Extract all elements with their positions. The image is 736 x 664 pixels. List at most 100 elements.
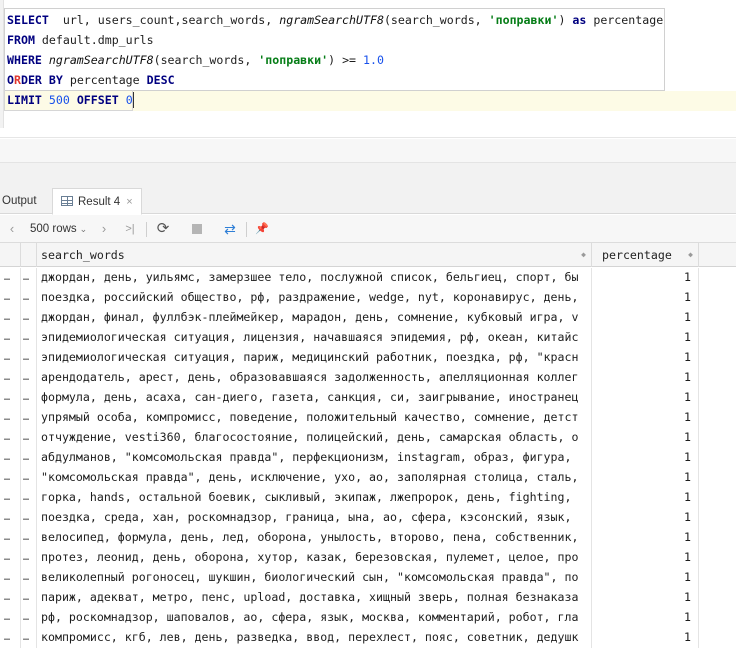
row-marker-cell[interactable]: … (21, 328, 37, 348)
table-row[interactable]: …… велосипед, формула, день, лед, оборона… (0, 528, 736, 548)
cell-search-words[interactable]: упрямый особа, компромисс, поведение, по… (37, 408, 592, 428)
row-number-cell[interactable]: … (0, 608, 21, 628)
cell-percentage[interactable]: 1 (592, 288, 699, 308)
table-row[interactable]: …… протез, леонид, день, оборона, хутор, … (0, 548, 736, 568)
table-row[interactable]: …… отчуждение, vesti360, благосостояние, … (0, 428, 736, 448)
refresh-icon[interactable]: ⟳ (154, 215, 172, 243)
table-row[interactable]: …… формула, день, асаха, сан-диего, газет… (0, 388, 736, 408)
cell-percentage[interactable]: 1 (592, 508, 699, 528)
row-marker-cell[interactable]: … (21, 468, 37, 488)
row-marker-cell[interactable]: … (21, 548, 37, 568)
sql-line-select[interactable]: SELECT url, users_count,search_words, ng… (7, 10, 663, 30)
row-number-cell[interactable]: … (0, 308, 21, 328)
column-header-search-words[interactable]: search_words ◆ (37, 243, 592, 267)
table-row[interactable]: …… поездка, российский общество, рф, разд… (0, 288, 736, 308)
cell-search-words[interactable]: париж, адекват, метро, пенс, upload, дос… (37, 588, 592, 608)
tab-output[interactable]: Output (2, 188, 37, 214)
cell-search-words[interactable]: "комсомольская правда", день, исключение… (37, 468, 592, 488)
row-marker-cell[interactable]: … (21, 608, 37, 628)
cell-search-words[interactable]: арендодатель, арест, день, образовавшаяс… (37, 368, 592, 388)
sql-line-order-by[interactable]: ORDER BY percentage DESC (7, 70, 175, 90)
row-number-cell[interactable]: … (0, 568, 21, 588)
row-marker-cell[interactable]: … (21, 508, 37, 528)
table-row[interactable]: …… горка, hands, остальной боевик, сыклив… (0, 488, 736, 508)
table-row[interactable]: …… абдулманов, "комсомольская правда", пе… (0, 448, 736, 468)
row-marker-cell[interactable]: … (21, 628, 37, 648)
table-row[interactable]: …… рф, роскомнадзор, шаповалов, ао, сфера… (0, 608, 736, 628)
cell-percentage[interactable]: 1 (592, 348, 699, 368)
row-number-cell[interactable]: … (0, 368, 21, 388)
cell-search-words[interactable]: горка, hands, остальной боевик, сыкливый… (37, 488, 592, 508)
cell-search-words[interactable]: эпидемиологическая ситуация, лицензия, н… (37, 328, 592, 348)
cell-search-words[interactable]: компромисс, кгб, лев, день, разведка, вв… (37, 628, 592, 648)
row-number-cell[interactable]: … (0, 428, 21, 448)
table-row[interactable]: …… великолепный рогоносец, шукшин, биолог… (0, 568, 736, 588)
cell-percentage[interactable]: 1 (592, 608, 699, 628)
cell-percentage[interactable]: 1 (592, 448, 699, 468)
row-number-cell[interactable]: … (0, 448, 21, 468)
row-marker-cell[interactable]: … (21, 408, 37, 428)
sql-editor[interactable]: SELECT url, users_count,search_words, ng… (0, 0, 736, 136)
cell-search-words[interactable]: рф, роскомнадзор, шаповалов, ао, сфера, … (37, 608, 592, 628)
cell-search-words[interactable]: формула, день, асаха, сан-диего, газета,… (37, 388, 592, 408)
cell-percentage[interactable]: 1 (592, 388, 699, 408)
row-number-cell[interactable]: … (0, 548, 21, 568)
row-marker-cell[interactable]: … (21, 388, 37, 408)
cell-percentage[interactable]: 1 (592, 408, 699, 428)
row-marker-cell[interactable]: … (21, 448, 37, 468)
cell-search-words[interactable]: джордан, финал, фуллбэк-плеймейкер, мара… (37, 308, 592, 328)
cell-percentage[interactable]: 1 (592, 308, 699, 328)
cell-search-words[interactable]: велосипед, формула, день, лед, оборона, … (37, 528, 592, 548)
cell-percentage[interactable]: 1 (592, 488, 699, 508)
cell-search-words[interactable]: поездка, среда, хан, роскомнадзор, грани… (37, 508, 592, 528)
panel-splitter[interactable] (0, 139, 736, 162)
sql-line-where[interactable]: WHERE ngramSearchUTF8(search_words, 'поп… (7, 50, 384, 70)
row-number-cell[interactable]: … (0, 388, 21, 408)
row-marker-cell[interactable]: … (21, 428, 37, 448)
next-page-icon[interactable]: › (97, 215, 111, 243)
cell-search-words[interactable]: отчуждение, vesti360, благосостояние, по… (37, 428, 592, 448)
cell-percentage[interactable]: 1 (592, 368, 699, 388)
close-tab-icon[interactable]: × (126, 196, 132, 208)
row-number-cell[interactable]: … (0, 508, 21, 528)
row-number-cell[interactable]: … (0, 268, 21, 288)
cell-search-words[interactable]: эпидемиологическая ситуация, париж, меди… (37, 348, 592, 368)
run-marker-icon[interactable]: R (14, 73, 21, 87)
cell-percentage[interactable]: 1 (592, 588, 699, 608)
cell-search-words[interactable]: абдулманов, "комсомольская правда", перф… (37, 448, 592, 468)
table-row[interactable]: …… компромисс, кгб, лев, день, разведка, … (0, 628, 736, 648)
row-number-cell[interactable]: … (0, 528, 21, 548)
row-number-cell[interactable]: … (0, 288, 21, 308)
table-row[interactable]: …… джордан, финал, фуллбэк-плеймейкер, ма… (0, 308, 736, 328)
sort-icon[interactable]: ◆ (581, 243, 586, 267)
cell-percentage[interactable]: 1 (592, 528, 699, 548)
row-marker-cell[interactable]: … (21, 528, 37, 548)
row-number-cell[interactable]: … (0, 468, 21, 488)
row-marker-cell[interactable]: … (21, 488, 37, 508)
cell-percentage[interactable]: 1 (592, 428, 699, 448)
cell-search-words[interactable]: великолепный рогоносец, шукшин, биологич… (37, 568, 592, 588)
cell-percentage[interactable]: 1 (592, 628, 699, 648)
table-row[interactable]: …… париж, адекват, метро, пенс, upload, д… (0, 588, 736, 608)
pin-icon[interactable]: 📌 (253, 215, 271, 243)
table-row[interactable]: …… эпидемиологическая ситуация, париж, ме… (0, 348, 736, 368)
cell-percentage[interactable]: 1 (592, 268, 699, 288)
cell-percentage[interactable]: 1 (592, 548, 699, 568)
stop-icon[interactable] (188, 215, 206, 243)
row-marker-cell[interactable]: … (21, 568, 37, 588)
table-row[interactable]: …… "комсомольская правда", день, исключен… (0, 468, 736, 488)
table-row[interactable]: …… упрямый особа, компромисс, поведение, … (0, 408, 736, 428)
cell-percentage[interactable]: 1 (592, 468, 699, 488)
row-marker-cell[interactable]: … (21, 268, 37, 288)
row-number-cell[interactable]: … (0, 408, 21, 428)
row-marker-cell[interactable]: … (21, 288, 37, 308)
cell-percentage[interactable]: 1 (592, 568, 699, 588)
sort-icon[interactable]: ◆ (688, 243, 693, 267)
row-marker-cell[interactable]: … (21, 588, 37, 608)
sql-line-limit[interactable]: LIMIT 500 OFFSET 0 (7, 90, 133, 110)
row-number-cell[interactable]: … (0, 488, 21, 508)
tab-result-4[interactable]: Result 4 × (52, 188, 142, 215)
row-number-cell[interactable]: … (0, 348, 21, 368)
row-number-cell[interactable]: … (0, 328, 21, 348)
row-number-cell[interactable]: … (0, 588, 21, 608)
